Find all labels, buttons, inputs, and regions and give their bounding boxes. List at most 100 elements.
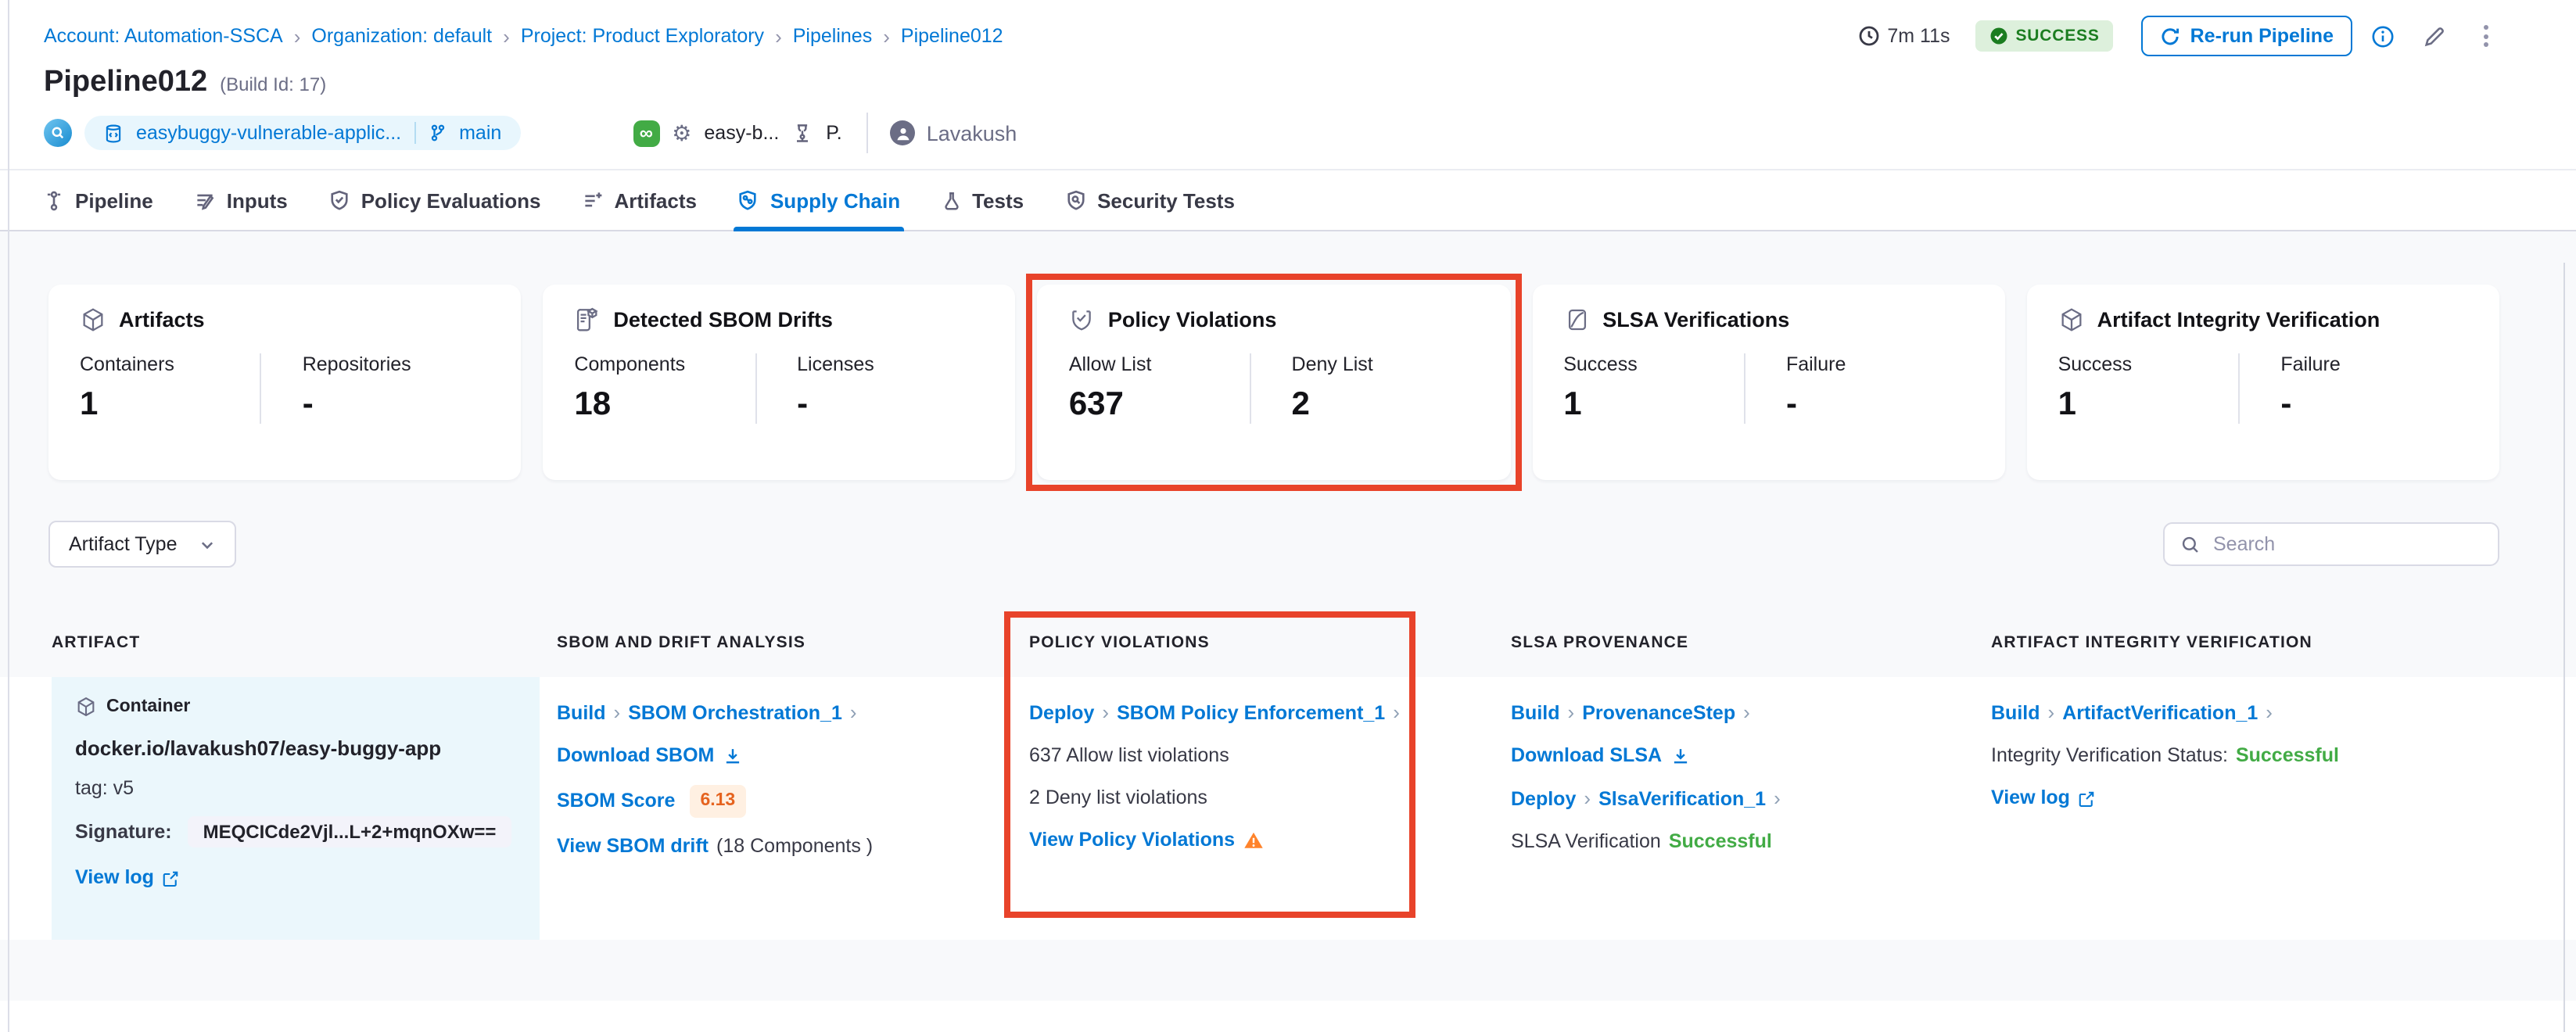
- tab-policy-evaluations[interactable]: Policy Evaluations: [328, 170, 541, 230]
- col-header-policy: POLICY VIOLATIONS: [1012, 633, 1494, 652]
- metric-value: 1: [1563, 386, 1744, 424]
- breadcrumb-account[interactable]: Account: Automation-SSCA: [44, 25, 283, 47]
- integrity-cell: Build ArtifactVerification_1 Integrity V…: [1974, 677, 2576, 940]
- artifact-type-label: Artifact Type: [69, 533, 178, 555]
- search-input[interactable]: [2213, 533, 2482, 555]
- view-log-link[interactable]: View log: [1991, 785, 2070, 812]
- breadcrumb-project[interactable]: Project: Product Exploratory: [521, 25, 764, 47]
- step-link[interactable]: SlsaVerification_1: [1598, 786, 1766, 812]
- view-sbom-drift-link[interactable]: View SBOM drift: [557, 833, 709, 860]
- policy-violations-cell: Deploy SBOM Policy Enforcement_1 637 All…: [1012, 677, 1494, 940]
- stage-link[interactable]: Deploy: [1029, 700, 1094, 726]
- branch-name: main: [459, 122, 501, 144]
- step-link[interactable]: ArtifactVerification_1: [2062, 700, 2258, 726]
- chevron-right-icon: [1584, 785, 1591, 813]
- chevron-right-icon: [503, 24, 510, 48]
- signature-value[interactable]: MEQCICde2Vjl...L+2+mqnOXw==: [188, 816, 512, 847]
- view-log-link[interactable]: View log: [75, 865, 154, 891]
- card-title-text: Policy Violations: [1108, 308, 1277, 331]
- table-header-row: ARTIFACT SBOM AND DRIFT ANALYSIS POLICY …: [0, 608, 2576, 677]
- scrollbar[interactable]: [2563, 263, 2565, 1032]
- slsa-provenance-cell: Build ProvenanceStep Download SLSA Deplo…: [1494, 677, 1974, 940]
- status-text: SUCCESS: [2016, 27, 2100, 45]
- drift-components-count: (18 Components ): [716, 833, 873, 860]
- tab-pipeline[interactable]: Pipeline: [44, 170, 153, 230]
- download-sbom-link[interactable]: Download SBOM: [557, 743, 714, 769]
- card-artifacts: Artifacts Containers1 Repositories-: [48, 285, 521, 480]
- stage-link[interactable]: Build: [557, 700, 606, 726]
- pill-divider: [414, 122, 415, 144]
- view-policy-violations-link[interactable]: View Policy Violations: [1029, 827, 1235, 854]
- card-artifact-integrity: Artifact Integrity Verification Success1…: [2027, 285, 2499, 480]
- shield-check-icon: [1069, 306, 1096, 333]
- tab-label: Artifacts: [614, 188, 697, 212]
- step-link[interactable]: SBOM Policy Enforcement_1: [1117, 700, 1385, 726]
- inputs-icon: [194, 189, 216, 211]
- sbom-score-badge: 6.13: [689, 785, 746, 818]
- breadcrumb-pipelines[interactable]: Pipelines: [793, 25, 872, 47]
- metric-label: Success: [1563, 353, 1744, 375]
- more-options-menu[interactable]: [2474, 19, 2498, 53]
- harness-logo-icon: ∞: [633, 120, 659, 146]
- top-actions: 7m 11s SUCCESS Re-run Pipeline: [1857, 16, 2498, 56]
- signature-label: Signature:: [75, 821, 172, 843]
- pencil-icon: [2423, 24, 2446, 48]
- rerun-pipeline-button[interactable]: Re-run Pipeline: [2142, 16, 2352, 56]
- stage-link[interactable]: Build: [1511, 700, 1560, 726]
- step-link[interactable]: ProvenanceStep: [1582, 700, 1735, 726]
- metric-value: -: [2280, 386, 2468, 424]
- card-policy-violations: Policy Violations Allow List637 Deny Lis…: [1038, 285, 1510, 480]
- stage-link[interactable]: Build: [1991, 700, 2040, 726]
- tab-artifacts[interactable]: Artifacts: [581, 170, 697, 230]
- security-shield-icon: [1064, 189, 1086, 211]
- search-box: [2163, 522, 2499, 566]
- edit-button[interactable]: [2416, 18, 2452, 54]
- slsa-badge-icon: [1563, 306, 1590, 333]
- rerun-label: Re-run Pipeline: [2190, 25, 2334, 47]
- artifact-cell: Container docker.io/lavakush07/easy-bugg…: [52, 677, 540, 940]
- deployment-icon: [791, 122, 813, 144]
- card-title-text: SLSA Verifications: [1602, 308, 1789, 331]
- repo-branch-pill[interactable]: easybuggy-vulnerable-applic... main: [84, 116, 520, 150]
- filter-row: Artifact Type: [0, 480, 2576, 568]
- breadcrumb-pipeline012[interactable]: Pipeline012: [901, 25, 1003, 47]
- left-divider: [8, 0, 9, 1032]
- chevron-right-icon: [883, 24, 890, 48]
- supply-chain-page: Account: Automation-SSCA Organization: d…: [0, 0, 2576, 1032]
- download-slsa-link[interactable]: Download SLSA: [1511, 743, 1662, 769]
- summary-cards: Artifacts Containers1 Repositories- Dete…: [0, 231, 2576, 480]
- trigger-pipeline-name: easy-b...: [704, 122, 779, 144]
- metric-label: Failure: [1786, 353, 1974, 375]
- tab-security-tests[interactable]: Security Tests: [1064, 170, 1235, 230]
- artifact-tag: tag: v5: [75, 777, 516, 799]
- metric-value: 18: [574, 386, 755, 424]
- slsa-verification-label: SLSA Verification: [1511, 829, 1661, 855]
- artifact-type-dropdown[interactable]: Artifact Type: [48, 521, 237, 568]
- metric-label: Containers: [80, 353, 260, 375]
- breadcrumb-organization[interactable]: Organization: default: [311, 25, 492, 47]
- tab-label: Inputs: [227, 188, 288, 212]
- sbom-cell: Build SBOM Orchestration_1 Download SBOM…: [540, 677, 1012, 940]
- chevron-right-icon: [294, 24, 301, 48]
- info-button[interactable]: [2365, 18, 2401, 54]
- table-row: Container docker.io/lavakush07/easy-bugg…: [0, 677, 2576, 940]
- tab-inputs[interactable]: Inputs: [194, 170, 288, 230]
- repo-name: easybuggy-vulnerable-applic...: [136, 122, 401, 144]
- tab-supply-chain[interactable]: Supply Chain: [737, 170, 900, 230]
- meta-row: easybuggy-vulnerable-applic... main ∞ ⚙ …: [0, 100, 2576, 169]
- meta-divider: [867, 113, 869, 153]
- metric-value: 2: [1292, 386, 1480, 424]
- chevron-right-icon: [1568, 699, 1575, 727]
- chevron-down-icon: [199, 536, 217, 553]
- stage-link[interactable]: Deploy: [1511, 786, 1576, 812]
- step-link[interactable]: SBOM Orchestration_1: [628, 700, 842, 726]
- cube-icon: [75, 696, 97, 718]
- trigger-group: ∞ ⚙ easy-b... P.: [633, 120, 841, 146]
- sbom-score-link[interactable]: SBOM Score: [557, 788, 675, 815]
- metric-value: 1: [2058, 386, 2239, 424]
- supply-chain-icon: [737, 189, 759, 211]
- metric-label: Success: [2058, 353, 2239, 375]
- tab-tests[interactable]: Tests: [941, 170, 1024, 230]
- shield-check-icon: [328, 189, 350, 211]
- user-group: Lavakush: [891, 120, 1017, 145]
